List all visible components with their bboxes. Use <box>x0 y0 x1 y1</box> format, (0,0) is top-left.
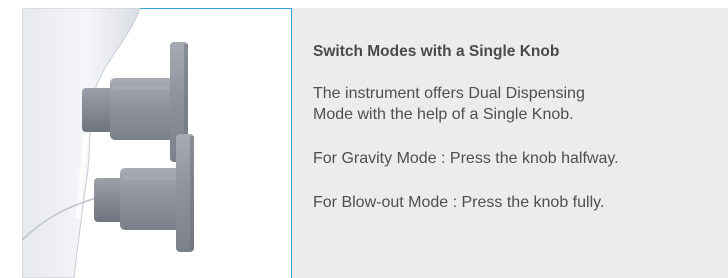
instrument-body <box>22 8 141 278</box>
instrument-illustration <box>22 8 292 278</box>
feature-description-panel: Switch Modes with a Single Knob The inst… <box>292 8 728 278</box>
feature-title: Switch Modes with a Single Knob <box>313 43 560 60</box>
lower-knob <box>94 134 194 252</box>
feature-description: The instrument offers Dual Dispensing Mo… <box>313 85 585 123</box>
blowout-mode-instruction: For Blow-out Mode : Press the knob fully… <box>313 194 605 211</box>
product-image <box>22 8 292 278</box>
feature-page: Switch Modes with a Single Knob The inst… <box>0 0 728 278</box>
gravity-mode-instruction: For Gravity Mode : Press the knob halfwa… <box>313 150 619 167</box>
